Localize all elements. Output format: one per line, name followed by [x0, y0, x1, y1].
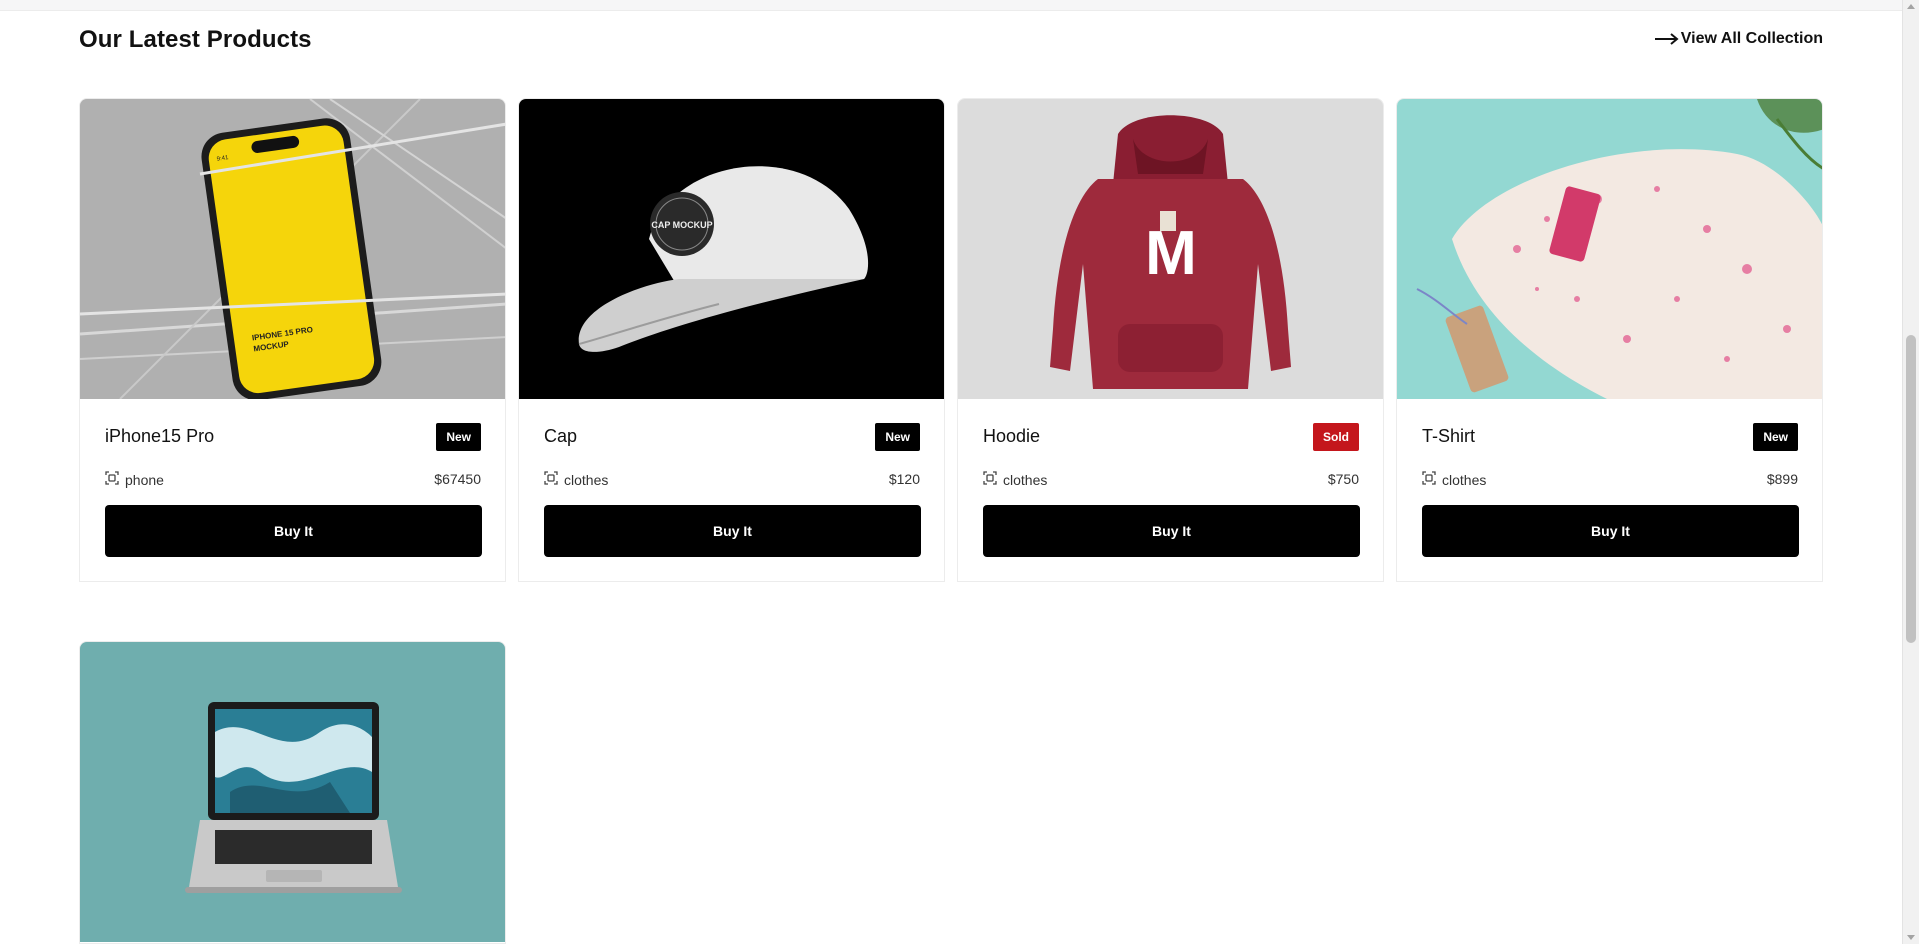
product-card-t-shirt: T-Shirt New clothes $899 Buy It: [1396, 98, 1823, 582]
product-category: phone: [105, 471, 164, 488]
product-meta: phone $67450: [105, 471, 481, 491]
top-bar: [0, 0, 1903, 11]
product-image-t-shirt[interactable]: [1397, 99, 1822, 399]
arrow-right-icon: [1654, 33, 1679, 45]
scrollbar-thumb[interactable]: [1906, 335, 1916, 643]
buy-it-button[interactable]: Buy It: [1422, 505, 1799, 557]
buy-it-button[interactable]: Buy It: [544, 505, 921, 557]
product-badge-sold: Sold: [1313, 423, 1359, 451]
product-name[interactable]: Hoodie: [983, 426, 1040, 447]
scan-category-icon: [983, 471, 997, 488]
product-name[interactable]: iPhone15 Pro: [105, 426, 214, 447]
product-price: $67450: [434, 471, 481, 487]
product-card-cap: CAP MOCKUP Cap New clothes $120 Buy It: [518, 98, 945, 582]
scan-category-icon: [105, 471, 119, 488]
product-badge-new: New: [436, 423, 481, 451]
product-meta: clothes $750: [983, 471, 1359, 491]
product-meta: clothes $899: [1422, 471, 1798, 491]
cap-logo-text: CAP MOCKUP: [651, 220, 712, 230]
product-card-iphone15-pro: 9:41 IPHONE 15 PRO MOCKUP iPhone15 Pro N…: [79, 98, 506, 582]
product-badge-new: New: [1753, 423, 1798, 451]
product-image-cap[interactable]: CAP MOCKUP: [519, 99, 944, 399]
section-header: Our Latest Products View All Collection: [79, 22, 1823, 62]
product-category: clothes: [983, 471, 1047, 488]
buy-it-button[interactable]: Buy It: [983, 505, 1360, 557]
product-price: $750: [1327, 471, 1359, 487]
product-category: clothes: [544, 471, 608, 488]
scroll-down-arrow-icon[interactable]: [1907, 935, 1915, 940]
product-image-iphone[interactable]: 9:41 IPHONE 15 PRO MOCKUP: [80, 99, 505, 399]
page-scrollbar[interactable]: [1902, 0, 1919, 944]
product-price: $120: [888, 471, 920, 487]
scroll-up-arrow-icon[interactable]: [1907, 4, 1915, 9]
product-name[interactable]: T-Shirt: [1422, 426, 1475, 447]
product-category: clothes: [1422, 471, 1486, 488]
product-image-laptop[interactable]: [80, 642, 505, 942]
buy-it-button[interactable]: Buy It: [105, 505, 482, 557]
scan-category-icon: [1422, 471, 1436, 488]
product-card-hoodie: M Hoodie Sold clothes $750 Buy It: [957, 98, 1384, 582]
product-meta: clothes $120: [544, 471, 920, 491]
section-title: Our Latest Products: [79, 26, 312, 53]
product-price: $899: [1766, 471, 1798, 487]
scan-category-icon: [544, 471, 558, 488]
product-badge-new: New: [875, 423, 920, 451]
product-image-hoodie[interactable]: M: [958, 99, 1383, 399]
product-card-laptop: [79, 641, 506, 944]
view-all-label: View All Collection: [1680, 30, 1823, 47]
product-name[interactable]: Cap: [544, 426, 577, 447]
view-all-collection-link[interactable]: View All Collection: [1654, 30, 1823, 48]
